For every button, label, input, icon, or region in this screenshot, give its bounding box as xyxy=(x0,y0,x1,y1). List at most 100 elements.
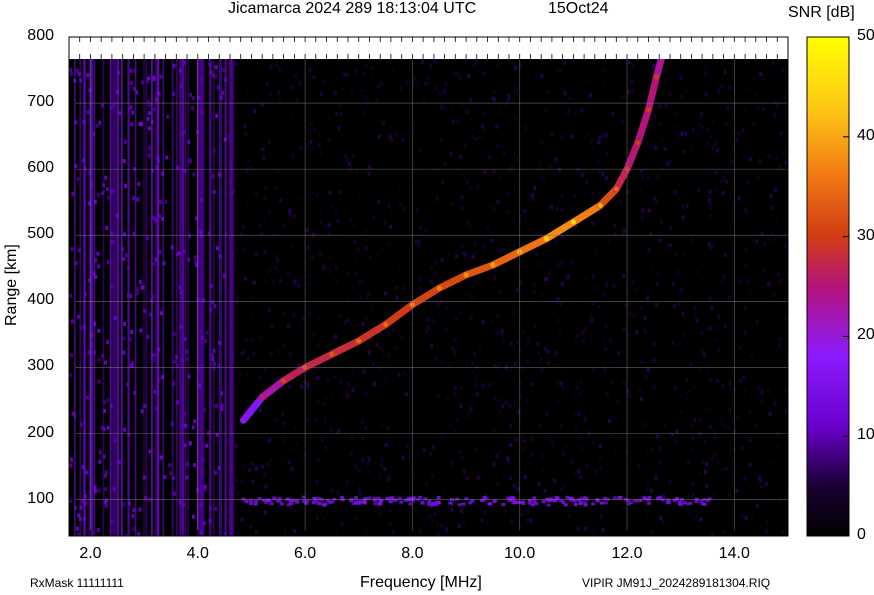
interference-streak xyxy=(171,59,174,536)
interference-streak xyxy=(127,59,129,536)
noise-pixel xyxy=(610,380,614,385)
sporadic-e-point xyxy=(399,500,404,504)
y-axis-label: Range [km] xyxy=(3,244,20,326)
noise-pixel xyxy=(173,332,177,336)
noise-pixel xyxy=(772,112,776,117)
noise-pixel xyxy=(722,275,726,280)
noise-pixel xyxy=(621,434,625,439)
noise-pixel xyxy=(264,185,268,190)
noise-pixel xyxy=(508,476,512,481)
noise-pixel xyxy=(104,503,108,508)
noise-pixel xyxy=(516,184,520,189)
interference-streak xyxy=(145,59,148,536)
noise-pixel xyxy=(493,428,497,433)
noise-pixel xyxy=(682,334,685,338)
noise-pixel xyxy=(598,135,602,140)
noise-pixel xyxy=(385,376,389,381)
noise-pixel xyxy=(338,189,342,194)
noise-pixel xyxy=(436,393,440,398)
noise-pixel xyxy=(673,190,677,195)
sporadic-e-point xyxy=(554,496,559,499)
noise-pixel xyxy=(481,383,485,388)
noise-pixel xyxy=(366,183,370,188)
noise-pixel xyxy=(501,340,505,344)
noise-pixel xyxy=(520,512,524,517)
noise-pixel xyxy=(513,403,517,408)
noise-pixel xyxy=(640,175,644,180)
noise-pixel xyxy=(622,273,626,278)
noise-pixel xyxy=(772,461,776,466)
noise-pixel xyxy=(570,134,574,139)
noise-pixel xyxy=(173,491,176,496)
noise-pixel xyxy=(455,395,459,400)
noise-pixel xyxy=(719,417,723,422)
noise-pixel xyxy=(398,267,402,272)
noise-pixel xyxy=(277,269,281,274)
noise-pixel xyxy=(261,147,265,152)
noise-pixel xyxy=(239,232,243,237)
noise-pixel xyxy=(419,225,423,230)
noise-pixel xyxy=(414,241,418,246)
noise-pixel xyxy=(728,408,732,413)
noise-pixel xyxy=(363,95,367,100)
sporadic-e-point xyxy=(591,502,596,506)
noise-pixel xyxy=(504,400,508,405)
noise-pixel xyxy=(302,316,305,321)
noise-pixel xyxy=(735,137,739,142)
noise-pixel xyxy=(387,331,391,336)
noise-pixel xyxy=(454,253,458,258)
noise-pixel xyxy=(327,223,331,228)
noise-pixel xyxy=(689,144,693,149)
noise-pixel xyxy=(781,113,785,118)
noise-pixel xyxy=(440,435,444,440)
noise-pixel xyxy=(349,451,353,456)
noise-pixel xyxy=(315,193,319,198)
sporadic-e-point xyxy=(707,497,712,501)
noise-pixel xyxy=(241,225,245,230)
noise-pixel xyxy=(328,256,332,261)
noise-pixel xyxy=(616,399,620,404)
interference-streak xyxy=(117,59,119,536)
noise-pixel xyxy=(130,361,134,366)
sporadic-e-point xyxy=(427,502,432,506)
noise-pixel xyxy=(322,517,326,522)
chart-date: 15Oct24 xyxy=(548,0,609,17)
noise-pixel xyxy=(246,111,250,116)
noise-pixel xyxy=(419,287,422,292)
noise-pixel xyxy=(324,445,328,450)
top-white-band xyxy=(69,37,788,59)
noise-pixel xyxy=(658,177,662,182)
noise-pixel xyxy=(739,378,743,383)
noise-pixel xyxy=(346,318,350,323)
noise-pixel xyxy=(243,124,247,129)
noise-pixel xyxy=(700,348,704,353)
noise-pixel xyxy=(694,515,698,520)
noise-pixel xyxy=(728,295,732,300)
sporadic-e-point xyxy=(378,501,383,505)
noise-pixel xyxy=(502,151,506,156)
noise-pixel xyxy=(416,208,419,213)
noise-pixel xyxy=(709,206,713,211)
noise-pixel xyxy=(531,192,534,197)
noise-pixel xyxy=(695,318,699,323)
noise-pixel xyxy=(346,272,350,276)
noise-pixel xyxy=(531,262,535,267)
noise-pixel xyxy=(435,197,439,202)
noise-pixel xyxy=(597,304,601,309)
sporadic-e-point xyxy=(373,502,378,506)
interference-streak xyxy=(202,59,205,536)
noise-pixel xyxy=(409,335,412,340)
noise-pixel xyxy=(286,189,290,194)
noise-pixel xyxy=(279,278,282,283)
noise-pixel xyxy=(401,137,405,142)
colorbar-tick-label: 10 xyxy=(857,426,874,444)
noise-pixel xyxy=(417,243,421,247)
echo-trace-point xyxy=(356,338,362,344)
noise-pixel xyxy=(579,379,583,384)
noise-pixel xyxy=(360,279,364,284)
noise-pixel xyxy=(269,266,273,271)
noise-pixel xyxy=(334,265,338,270)
noise-pixel xyxy=(106,426,110,430)
noise-pixel xyxy=(574,110,577,115)
noise-pixel xyxy=(598,455,602,460)
